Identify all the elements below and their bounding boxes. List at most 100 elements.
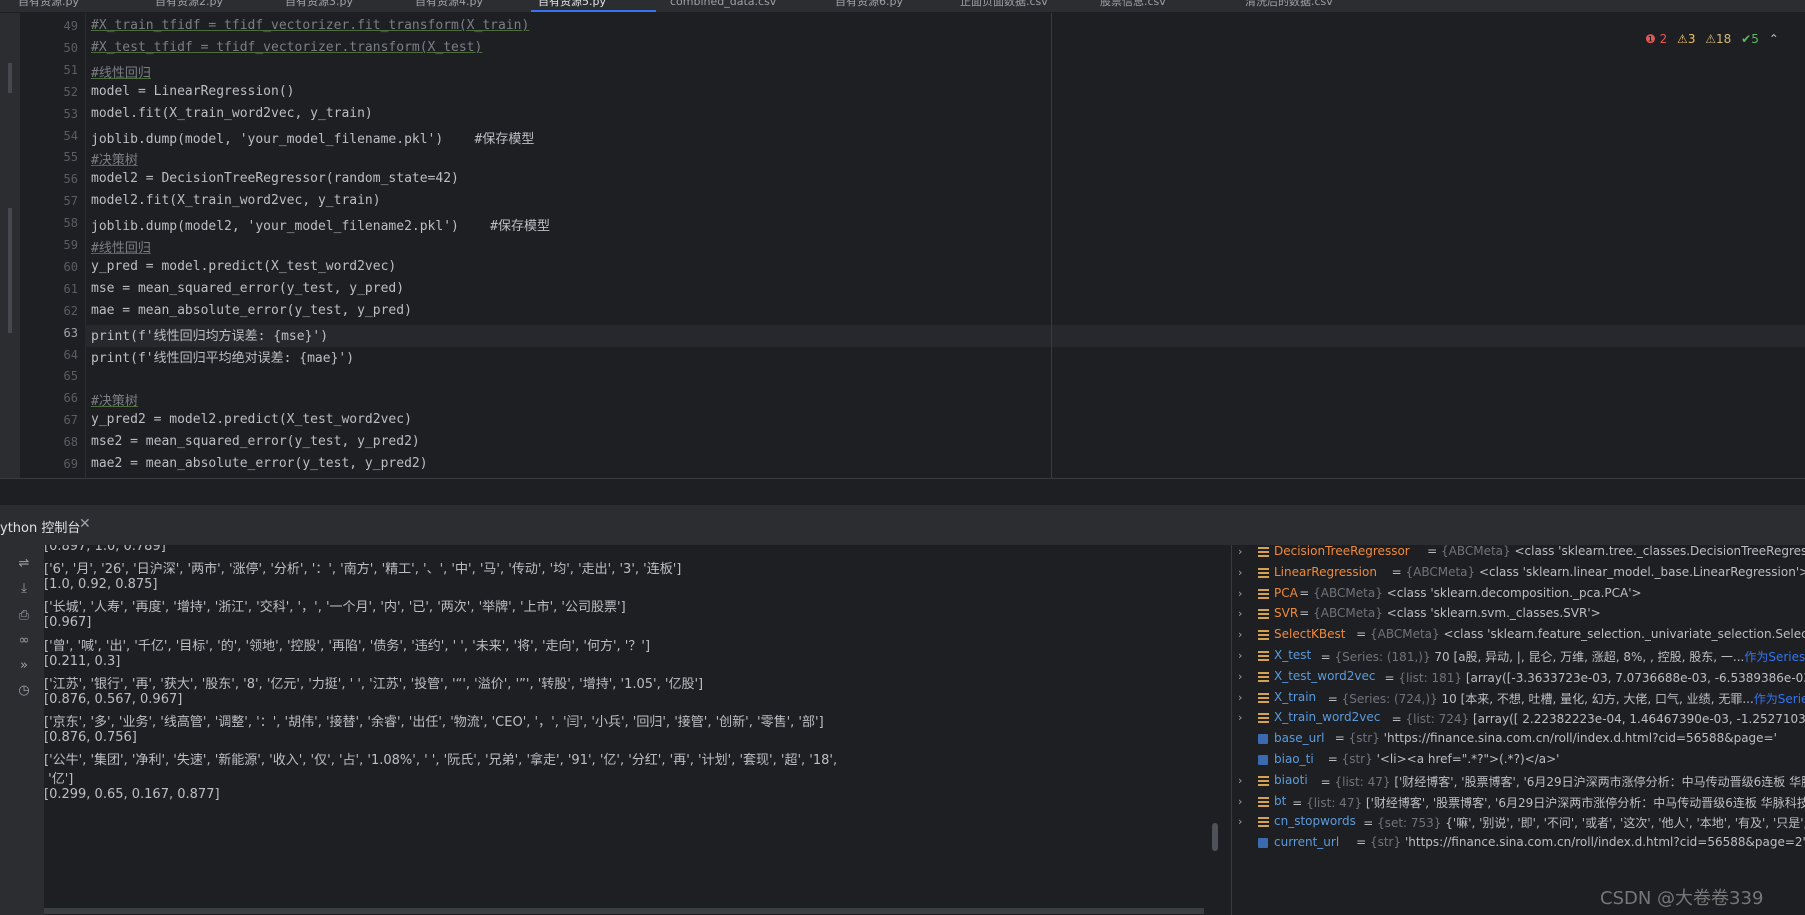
variable-type: {str} <box>1348 731 1380 746</box>
variable-row[interactable]: › SVR = {ABCMeta} <class 'sklearn.svm._cl… <box>1232 605 1805 625</box>
editor-tab[interactable]: 股票信息.csv <box>1100 0 1166 12</box>
editor-tab[interactable]: 自有资源.py <box>18 0 79 12</box>
code-line[interactable]: joblib.dump(model, 'your_model_filename.… <box>91 128 534 147</box>
chevron-right-icon[interactable]: › <box>1238 670 1242 683</box>
editor-tab[interactable]: 自有资源2.py <box>155 0 223 12</box>
console-output[interactable]: [0.897, 1.0, 0.789] ['6', '月', '26', '日沪深… <box>44 545 1219 915</box>
code-line[interactable]: model2 = DecisionTreeRegressor(random_st… <box>91 171 459 186</box>
code-line[interactable]: y_pred = model.predict(X_test_word2vec) <box>91 259 396 274</box>
code-line[interactable]: model.fit(X_train_word2vec, y_train) <box>91 106 373 121</box>
code-line[interactable]: #决策树 <box>91 149 138 168</box>
history-icon[interactable]: ◷ <box>14 682 34 700</box>
chevron-right-icon[interactable]: › <box>1238 649 1242 662</box>
console-output-line: '亿'] <box>44 772 74 788</box>
variable-row[interactable]: › X_test_word2vec = {list: 181} [array([-… <box>1232 668 1805 688</box>
code-line[interactable]: #线性回归 <box>91 237 151 256</box>
error-count[interactable]: ❶ 2 <box>1645 32 1667 46</box>
chevron-up-icon[interactable]: ⌃ <box>1769 32 1779 46</box>
console-output-line: [0.967] <box>44 615 92 631</box>
object-type-icon <box>1258 609 1269 620</box>
variables-panel[interactable]: › DecisionTreeRegressor = {ABCMeta} <clas… <box>1231 545 1805 915</box>
variable-row[interactable]: › bt = {list: 47} ['财经博客', '股票博客', '6月29日… <box>1232 793 1805 813</box>
weak-warning-count[interactable]: ⚠18 <box>1705 32 1731 46</box>
code-line[interactable]: print(f'线性回归均方误差: {mse}') <box>91 325 328 344</box>
code-line[interactable]: mae = mean_absolute_error(y_test, y_pred… <box>91 303 412 318</box>
console-horizontal-scrollbar[interactable] <box>44 908 1204 914</box>
chevron-right-icon[interactable]: › <box>1238 795 1242 808</box>
line-number: 58 <box>63 216 78 231</box>
variable-row[interactable]: › X_train_word2vec = {list: 724} [array([… <box>1232 709 1805 729</box>
variable-row[interactable]: › biaoti = {list: 47} ['财经博客', '股票博客', '6… <box>1232 772 1805 792</box>
line-number: 50 <box>63 40 78 55</box>
variable-row[interactable]: › SelectKBest = {ABCMeta} <class 'sklearn… <box>1232 626 1805 646</box>
warning-count[interactable]: ⚠3 <box>1677 32 1695 46</box>
code-line[interactable]: mae2 = mean_absolute_error(y_test, y_pre… <box>91 456 428 471</box>
chevron-right-icon[interactable]: › <box>1238 545 1242 558</box>
variable-type: {Series: (724,)} <box>1341 691 1438 706</box>
chevron-right-icon[interactable]: › <box>1238 711 1242 724</box>
chevron-right-icon[interactable]: › <box>1238 815 1242 828</box>
variable-value: <class 'sklearn.decomposition._pca.PCA'> <box>1386 585 1642 600</box>
editor-tab[interactable]: 清洗后的数据.csv <box>1245 0 1333 12</box>
view-link[interactable]: 作为Series查看 <box>1744 650 1805 664</box>
variable-row[interactable]: › LinearRegression = {ABCMeta} <class 'sk… <box>1232 564 1805 584</box>
chevron-right-icon[interactable]: › <box>1238 691 1242 704</box>
variable-type: {set: 753} <box>1377 816 1442 831</box>
code-line[interactable]: joblib.dump(model2, 'your_model_filename… <box>91 215 550 234</box>
variable-row[interactable]: › DecisionTreeRegressor = {ABCMeta} <clas… <box>1232 545 1805 563</box>
code-line[interactable]: #X_test_tfidf = tfidf_vectorizer.transfo… <box>91 40 482 55</box>
code-line[interactable]: mse2 = mean_squared_error(y_test, y_pred… <box>91 434 420 449</box>
variable-row[interactable]: biao_ti = {str} '<li><a href=".*?">(.*?)… <box>1232 751 1805 771</box>
view-link[interactable]: 作为Series查看 <box>1754 692 1805 706</box>
editor-tab[interactable]: 正面负面数据.csv <box>960 0 1048 12</box>
show-variables-icon[interactable]: ∞ <box>14 632 34 650</box>
console-tab-title[interactable]: ython 控制台 <box>0 517 80 536</box>
variable-name: X_test <box>1274 648 1312 662</box>
chevron-right-icon[interactable]: › <box>1238 587 1242 600</box>
code-line[interactable]: #决策树 <box>91 390 138 409</box>
print-icon[interactable]: ⎙ <box>14 607 34 625</box>
code-editor[interactable]: 49 50 51 52 53 54 55 56 57 58 59 60 61 62 63 64 65 66 67 68… <box>0 13 1805 478</box>
variable-row[interactable]: › cn_stopwords = {set: 753} {'嘛', '别说', '… <box>1232 813 1805 833</box>
editor-tab[interactable]: 自有资源4.py <box>415 0 483 12</box>
console-scrollbar[interactable] <box>1212 823 1218 851</box>
console-output-line: ['长城', '人寿', '再度', '增持', '浙江', '交科', '，'… <box>44 600 626 616</box>
console-output-line: [0.876, 0.756] <box>44 730 137 745</box>
variable-type: {list: 181} <box>1398 670 1463 685</box>
editor-tab[interactable]: 自有资源3.py <box>285 0 353 12</box>
chevron-right-icon[interactable]: › <box>1238 566 1242 579</box>
variable-name: cn_stopwords <box>1274 814 1356 829</box>
soft-wrap-icon[interactable]: ⇌ <box>14 555 34 573</box>
variable-row[interactable]: › X_train = {Series: (724,)} 10 [本来, 不想, … <box>1232 689 1805 709</box>
panel-divider[interactable] <box>0 478 1805 505</box>
typo-count[interactable]: ✔5 <box>1741 32 1759 46</box>
code-line[interactable]: mse = mean_squared_error(y_test, y_pred) <box>91 281 404 296</box>
code-line[interactable]: #线性回归 <box>91 62 151 81</box>
close-icon[interactable]: ✕ <box>79 516 91 532</box>
variable-row[interactable]: › PCA = {ABCMeta} <class 'sklearn.decompo… <box>1232 585 1805 605</box>
chevron-right-icon[interactable]: › <box>1238 628 1242 641</box>
variable-type: {ABCMeta} <box>1405 564 1476 579</box>
variable-row[interactable]: base_url = {str} 'https://finance.sina.c… <box>1232 730 1805 750</box>
variable-type: {list: 724} <box>1405 712 1470 727</box>
strip-marker <box>8 208 12 333</box>
object-type-icon <box>1258 692 1269 703</box>
code-line[interactable]: y_pred2 = model2.predict(X_test_word2vec… <box>91 412 412 427</box>
code-line[interactable]: #X_train_tfidf = tfidf_vectorizer.fit_tr… <box>91 18 529 33</box>
editor-tab[interactable]: 自有资源6.py <box>835 0 903 12</box>
execute-icon[interactable]: » <box>14 657 34 675</box>
console-output-line: [0.299, 0.65, 0.167, 0.877] <box>44 787 220 803</box>
variable-row[interactable]: › X_test = {Series: (181,)} 70 [a股, 异动, |… <box>1232 647 1805 667</box>
variable-name: X_test_word2vec <box>1274 668 1376 683</box>
chevron-right-icon[interactable]: › <box>1238 607 1242 620</box>
editor-tab[interactable]: combined_data.csv <box>670 0 776 12</box>
code-line[interactable]: model = LinearRegression() <box>91 84 295 99</box>
variable-row[interactable]: current_url = {str} 'https://finance.sin… <box>1232 834 1805 854</box>
object-type-icon <box>1258 775 1269 786</box>
scroll-to-end-icon[interactable]: ⤓ <box>14 580 34 598</box>
chevron-right-icon[interactable]: › <box>1238 774 1242 787</box>
variable-type: {str} <box>1369 835 1402 850</box>
code-line[interactable]: model2.fit(X_train_word2vec, y_train) <box>91 193 381 208</box>
code-line[interactable]: print(f'线性回归平均绝对误差: {mae}') <box>91 347 354 366</box>
inspection-widget[interactable]: ❶ 2 ⚠3 ⚠18 ✔5 ⌃ <box>1645 32 1785 46</box>
